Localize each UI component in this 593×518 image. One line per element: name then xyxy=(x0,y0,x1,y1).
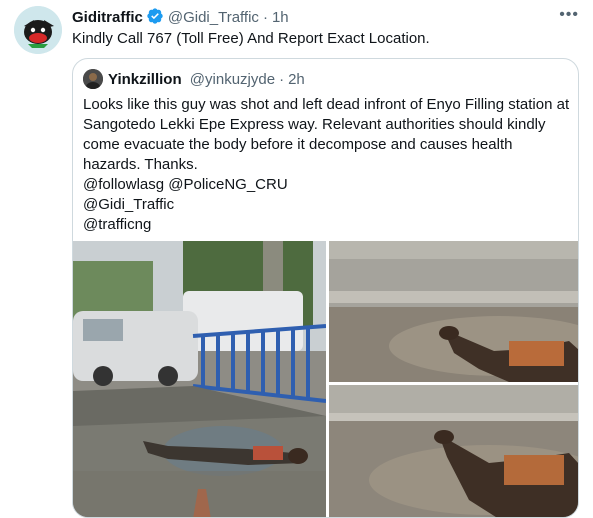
quoted-author-name[interactable]: Yinkzillion xyxy=(108,71,182,88)
quoted-tweet-header: Yinkzillion @yinkuzjyde · 2h xyxy=(83,69,305,90)
user-photo-icon xyxy=(83,69,103,89)
separator-dot: · xyxy=(279,71,285,88)
street-scene-photo xyxy=(73,241,326,517)
quoted-author-handle[interactable]: @yinkuzjyde xyxy=(190,71,275,88)
quoted-timestamp[interactable]: 2h xyxy=(288,71,305,88)
photo-left[interactable] xyxy=(73,241,326,517)
quoted-tweet-text: Looks like this guy was shot and left de… xyxy=(83,96,570,173)
quoted-tweet[interactable]: Yinkzillion @yinkuzjyde · 2h Looks like th… xyxy=(72,58,579,518)
mention-link[interactable]: @trafficng xyxy=(83,215,573,235)
mention-link[interactable]: @Gidi_Traffic xyxy=(83,195,573,215)
quoted-avatar[interactable] xyxy=(83,69,103,89)
photo-top-right[interactable] xyxy=(329,241,578,382)
photo-bottom-right[interactable] xyxy=(329,385,578,517)
tweet-header: Giditraffic @Gidi_Traffic · 1h xyxy=(72,7,289,27)
mention-line[interactable]: @followlasg @PoliceNG_CRU xyxy=(83,175,573,195)
gutter-photo xyxy=(329,241,578,382)
avatar[interactable] xyxy=(14,6,62,54)
author-handle[interactable]: @Gidi_Traffic xyxy=(168,9,259,26)
author-name[interactable]: Giditraffic xyxy=(72,9,143,26)
more-options-icon[interactable]: ••• xyxy=(559,6,579,24)
giditraffic-logo-icon xyxy=(14,6,62,54)
quoted-tweet-body: Looks like this guy was shot and left de… xyxy=(83,95,573,235)
verified-badge-icon xyxy=(146,7,164,31)
media-grid xyxy=(73,241,578,517)
tweet-text: Kindly Call 767 (Toll Free) And Report E… xyxy=(72,30,430,47)
gutter-closeup-photo xyxy=(329,385,578,517)
tweet-card[interactable]: Giditraffic @Gidi_Traffic · 1h ••• Kindly C… xyxy=(0,0,593,518)
tweet-timestamp[interactable]: 1h xyxy=(272,9,289,26)
separator-dot: · xyxy=(262,9,268,26)
